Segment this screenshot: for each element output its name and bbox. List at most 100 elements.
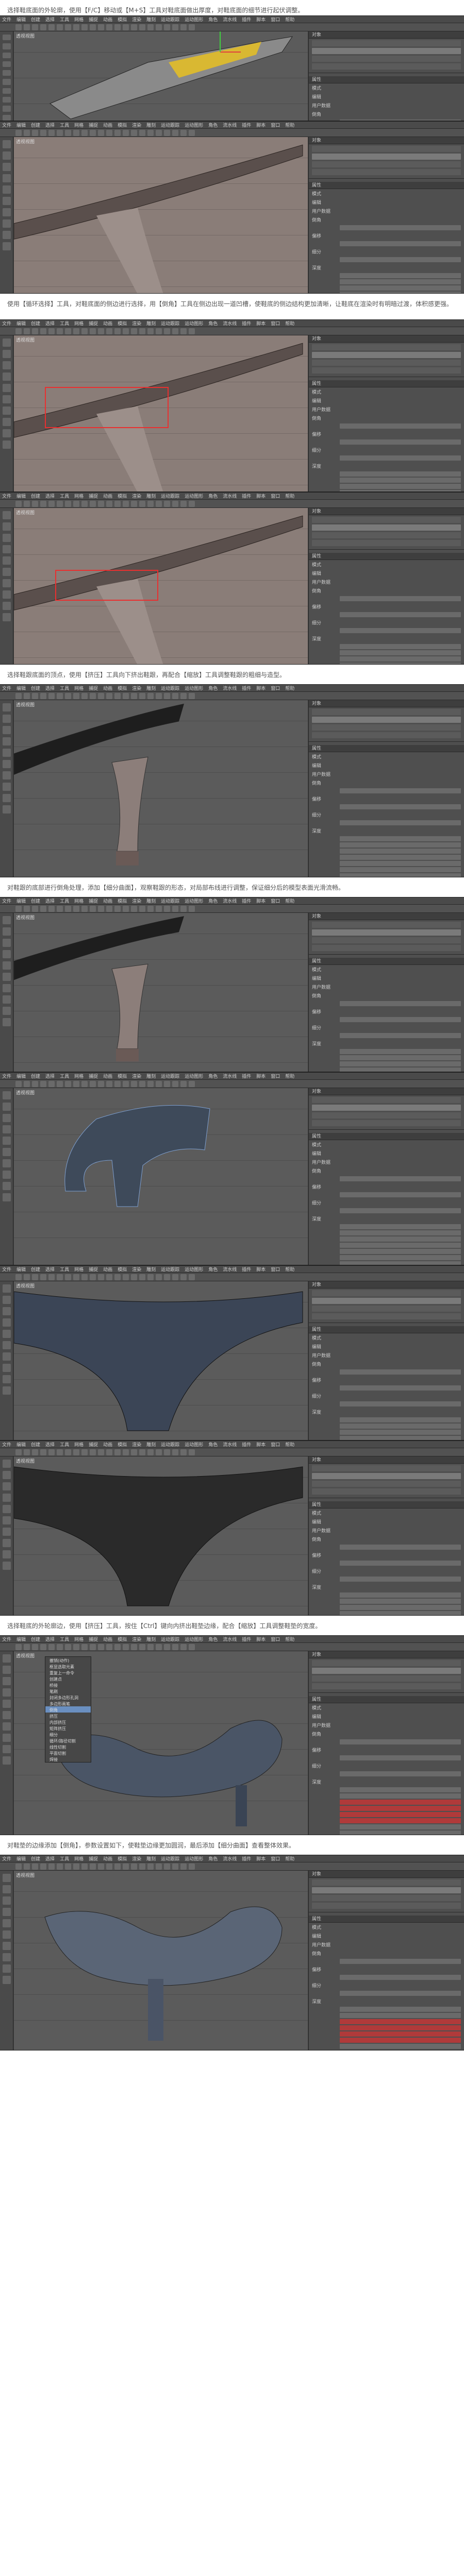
menu-item[interactable]: 角色 bbox=[208, 320, 218, 327]
tool-icon[interactable] bbox=[164, 500, 170, 507]
attribute-tab[interactable]: 模式 bbox=[309, 1333, 464, 1342]
tool-icon[interactable] bbox=[114, 1643, 121, 1650]
tool-icon[interactable] bbox=[40, 1863, 46, 1870]
tool-icon[interactable] bbox=[156, 129, 162, 136]
menu-item[interactable]: 编辑 bbox=[16, 1855, 26, 1862]
object-row[interactable] bbox=[312, 1120, 461, 1126]
tool-icon[interactable] bbox=[90, 1449, 96, 1455]
tool-icon[interactable] bbox=[81, 1274, 88, 1280]
tool-icon[interactable] bbox=[15, 129, 22, 136]
menu-item[interactable]: 角色 bbox=[208, 122, 218, 128]
menu-item[interactable]: 动画 bbox=[103, 897, 112, 904]
menu-item[interactable]: 文件 bbox=[2, 1073, 11, 1079]
object-row[interactable] bbox=[312, 1290, 461, 1296]
attribute-field[interactable] bbox=[340, 1055, 461, 1060]
tool-icon[interactable] bbox=[65, 1449, 71, 1455]
tool-icon[interactable] bbox=[90, 328, 96, 334]
menu-item[interactable]: 雕刻 bbox=[146, 1636, 156, 1642]
tool-icon[interactable] bbox=[139, 1274, 145, 1280]
menu-item[interactable]: 帮助 bbox=[285, 1266, 294, 1273]
tool-icon[interactable] bbox=[114, 1449, 121, 1455]
tool-icon[interactable] bbox=[156, 500, 162, 507]
mode-icon[interactable] bbox=[2, 1182, 11, 1190]
tool-icon[interactable] bbox=[90, 1863, 96, 1870]
tool-icon[interactable] bbox=[164, 328, 170, 334]
menu-item[interactable]: 工具 bbox=[60, 16, 69, 23]
tool-icon[interactable] bbox=[65, 500, 71, 507]
tool-icon[interactable] bbox=[65, 24, 71, 30]
menu-item[interactable]: 渲染 bbox=[132, 685, 141, 691]
attribute-field[interactable] bbox=[340, 820, 461, 825]
tool-icon[interactable] bbox=[123, 24, 129, 30]
mode-icon[interactable] bbox=[2, 372, 11, 381]
menu-item[interactable]: 雕刻 bbox=[146, 897, 156, 904]
tool-icon[interactable] bbox=[156, 1449, 162, 1455]
attribute-field[interactable] bbox=[340, 1385, 461, 1391]
menu-item[interactable]: 渲染 bbox=[132, 1441, 141, 1448]
menu-item[interactable]: 帮助 bbox=[285, 16, 294, 23]
mode-icon[interactable] bbox=[2, 1341, 11, 1349]
tool-icon[interactable] bbox=[123, 129, 129, 136]
attribute-field[interactable] bbox=[340, 484, 461, 489]
tool-icon[interactable] bbox=[24, 328, 30, 334]
menu-item[interactable]: 帮助 bbox=[285, 897, 294, 904]
tool-icon[interactable] bbox=[40, 905, 46, 912]
menu-item[interactable]: 运动图形 bbox=[185, 493, 203, 499]
tool-icon[interactable] bbox=[180, 129, 187, 136]
menu-item[interactable]: 插件 bbox=[242, 122, 251, 128]
object-row[interactable] bbox=[312, 1903, 461, 1909]
tool-icon[interactable] bbox=[172, 1863, 178, 1870]
object-row[interactable] bbox=[312, 161, 461, 167]
attribute-field[interactable] bbox=[340, 867, 461, 872]
menu-item[interactable]: 创建 bbox=[31, 493, 40, 499]
menu-item[interactable]: 编辑 bbox=[16, 1441, 26, 1448]
tool-icon[interactable] bbox=[15, 500, 22, 507]
menu-item[interactable]: 文件 bbox=[2, 122, 11, 128]
menu-item[interactable]: 文件 bbox=[2, 320, 11, 327]
mode-icon[interactable] bbox=[2, 1919, 11, 1927]
mode-icon[interactable] bbox=[2, 522, 11, 531]
attribute-tab[interactable]: 编辑 bbox=[309, 974, 464, 982]
tool-icon[interactable] bbox=[147, 129, 154, 136]
attribute-field[interactable] bbox=[340, 2031, 461, 2037]
tool-icon[interactable] bbox=[147, 500, 154, 507]
menu-item[interactable]: 运动跟踪 bbox=[161, 16, 179, 23]
tool-icon[interactable] bbox=[172, 1274, 178, 1280]
tool-icon[interactable] bbox=[131, 129, 137, 136]
menu-item[interactable]: 动画 bbox=[103, 493, 112, 499]
attribute-field[interactable] bbox=[340, 439, 461, 445]
object-row[interactable] bbox=[312, 1481, 461, 1487]
menu-item[interactable]: 脚本 bbox=[256, 1266, 266, 1273]
tool-icon[interactable] bbox=[48, 1274, 55, 1280]
tool-icon[interactable] bbox=[90, 1643, 96, 1650]
menu-item[interactable]: 模拟 bbox=[118, 1636, 127, 1642]
attribute-field[interactable] bbox=[340, 279, 461, 284]
tool-icon[interactable] bbox=[180, 692, 187, 699]
tool-icon[interactable] bbox=[147, 24, 154, 30]
context-menu-item[interactable]: 桥接 bbox=[45, 1682, 91, 1688]
tool-icon[interactable] bbox=[65, 692, 71, 699]
attribute-tab[interactable]: 模式 bbox=[309, 1140, 464, 1149]
tool-icon[interactable] bbox=[24, 24, 30, 30]
menu-item[interactable]: 选择 bbox=[45, 1855, 55, 1862]
attribute-tab[interactable]: 用户数据 bbox=[309, 1158, 464, 1166]
menu-item[interactable]: 脚本 bbox=[256, 122, 266, 128]
menu-item[interactable]: 帮助 bbox=[285, 122, 294, 128]
tool-icon[interactable] bbox=[98, 24, 104, 30]
attribute-tab[interactable]: 用户数据 bbox=[309, 1940, 464, 1949]
tool-icon[interactable] bbox=[48, 1080, 55, 1087]
object-row[interactable] bbox=[312, 1895, 461, 1901]
tool-icon[interactable] bbox=[90, 1274, 96, 1280]
attribute-tab[interactable]: 用户数据 bbox=[309, 770, 464, 778]
mode-icon[interactable] bbox=[2, 995, 11, 1004]
mode-icon[interactable] bbox=[2, 1953, 11, 1961]
tool-icon[interactable] bbox=[106, 905, 112, 912]
mode-icon[interactable] bbox=[2, 1539, 11, 1547]
menu-item[interactable]: 脚本 bbox=[256, 897, 266, 904]
menu-item[interactable]: 插件 bbox=[242, 1266, 251, 1273]
menu-item[interactable]: 流水线 bbox=[223, 685, 237, 691]
tool-icon[interactable] bbox=[48, 692, 55, 699]
tool-icon[interactable] bbox=[189, 1643, 195, 1650]
tool-icon[interactable] bbox=[106, 692, 112, 699]
menu-item[interactable]: 模拟 bbox=[118, 1073, 127, 1079]
